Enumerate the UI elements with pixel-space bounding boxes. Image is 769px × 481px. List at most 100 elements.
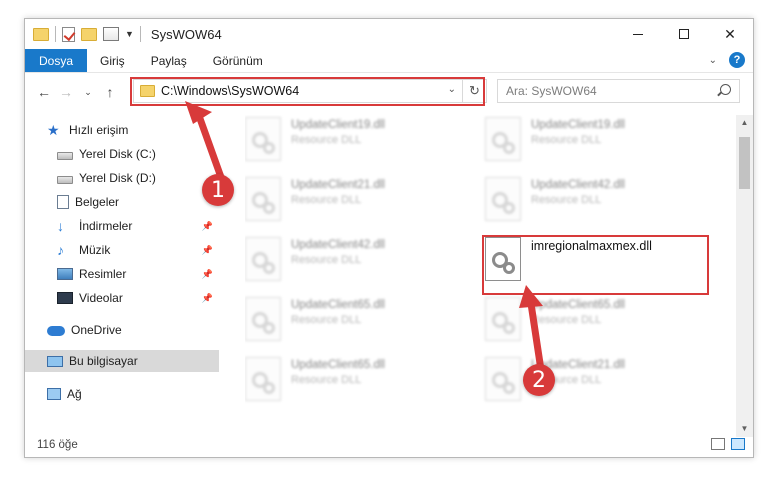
pictures-icon bbox=[57, 268, 73, 280]
documents-icon bbox=[57, 195, 69, 209]
sidebar-item-videos[interactable]: Videolar 📌 bbox=[25, 287, 219, 309]
pin-icon[interactable]: 📌 bbox=[202, 269, 213, 280]
dll-file-icon bbox=[485, 177, 521, 221]
file-tile[interactable]: UpdateClient42.dll Resource DLL bbox=[485, 177, 705, 227]
dll-file-icon bbox=[245, 297, 281, 341]
sidebar-item-local-disk-d[interactable]: Yerel Disk (D:) bbox=[25, 167, 219, 189]
file-type: Resource DLL bbox=[291, 134, 362, 146]
network-icon bbox=[47, 388, 61, 400]
window-controls: ✕ bbox=[615, 19, 753, 49]
search-placeholder[interactable]: Ara: SysWOW64 bbox=[506, 84, 597, 98]
file-type: Resource DLL bbox=[291, 254, 362, 266]
sidebar-item-documents[interactable]: Belgeler bbox=[25, 191, 219, 213]
drive-icon bbox=[57, 176, 73, 184]
expand-ribbon-chevron-icon[interactable]: ⌄ bbox=[709, 55, 717, 66]
file-tile[interactable]: UpdateClient21.dll Resource DLL bbox=[485, 357, 705, 407]
minimize-icon bbox=[633, 33, 643, 35]
customize-toolbar-caret-icon[interactable]: ▼ bbox=[125, 29, 134, 39]
file-tile[interactable]: UpdateClient19.dll Resource DLL bbox=[245, 117, 465, 167]
address-dropdown-chevron-icon[interactable]: ⌄ bbox=[448, 84, 456, 95]
tab-view[interactable]: Görünüm bbox=[200, 49, 276, 72]
file-name: UpdateClient19.dll bbox=[531, 119, 625, 131]
scroll-up-arrow-icon[interactable]: ▲ bbox=[736, 115, 753, 131]
file-tile[interactable]: UpdateClient65.dll Resource DLL bbox=[485, 297, 705, 347]
file-type: Resource DLL bbox=[291, 194, 362, 206]
dll-file-icon bbox=[485, 297, 521, 341]
file-type: Resource DLL bbox=[531, 134, 602, 146]
file-tile[interactable]: UpdateClient42.dll Resource DLL bbox=[245, 237, 465, 287]
sidebar-item-quick-access[interactable]: ★ Hızlı erişim bbox=[25, 119, 219, 141]
search-icon[interactable] bbox=[720, 84, 731, 95]
file-tile[interactable]: UpdateClient65.dll Resource DLL bbox=[245, 357, 465, 407]
search-box[interactable]: Ara: SysWOW64 bbox=[497, 79, 740, 103]
large-icons-view-icon[interactable] bbox=[731, 438, 745, 450]
file-name: UpdateClient65.dll bbox=[291, 299, 385, 311]
star-icon: ★ bbox=[47, 122, 60, 138]
file-name: UpdateClient19.dll bbox=[291, 119, 385, 131]
maximize-icon bbox=[679, 29, 689, 39]
file-tile-target[interactable]: imregionalmaxmex.dll bbox=[485, 237, 705, 287]
address-path[interactable]: C:\Windows\SysWOW64 bbox=[161, 84, 299, 98]
dll-file-icon bbox=[485, 117, 521, 161]
item-count: 116 öğe bbox=[37, 439, 78, 451]
ribbon-right-controls: ⌄ ? bbox=[709, 52, 745, 68]
help-icon[interactable]: ? bbox=[729, 52, 745, 68]
sidebar-item-label: Müzik bbox=[79, 243, 111, 257]
address-bar[interactable]: C:\Windows\SysWOW64 ⌄ ↻ bbox=[133, 79, 487, 103]
file-name: UpdateClient42.dll bbox=[291, 239, 385, 251]
sidebar-item-downloads[interactable]: ↓ İndirmeler 📌 bbox=[25, 215, 219, 237]
forward-arrow-icon[interactable]: → bbox=[55, 84, 77, 100]
recent-locations-chevron-icon[interactable]: ⌄ bbox=[77, 87, 99, 98]
sidebar-item-network[interactable]: Ağ bbox=[25, 383, 219, 405]
file-tile[interactable]: UpdateClient21.dll Resource DLL bbox=[245, 177, 465, 227]
refresh-icon[interactable]: ↻ bbox=[462, 80, 486, 102]
file-name: imregionalmaxmex.dll bbox=[531, 239, 652, 253]
back-arrow-icon[interactable]: ← bbox=[33, 84, 55, 100]
dll-file-icon bbox=[245, 177, 281, 221]
tab-home[interactable]: Giriş bbox=[87, 49, 138, 72]
tab-share[interactable]: Paylaş bbox=[138, 49, 200, 72]
sidebar-item-onedrive[interactable]: OneDrive bbox=[25, 319, 219, 341]
file-name: UpdateClient65.dll bbox=[291, 359, 385, 371]
pin-icon[interactable]: 📌 bbox=[202, 221, 213, 232]
close-icon: ✕ bbox=[724, 25, 736, 42]
divider bbox=[139, 26, 141, 42]
file-explorer-window: ▼ SysWOW64 ✕ Dosya Giriş Paylaş Görünüm … bbox=[24, 18, 754, 458]
sidebar-item-pictures[interactable]: Resimler 📌 bbox=[25, 263, 219, 285]
details-view-icon[interactable] bbox=[711, 438, 725, 450]
step-1-badge: 1 bbox=[202, 174, 234, 206]
rename-icon[interactable] bbox=[103, 27, 119, 41]
properties-check-icon[interactable] bbox=[62, 26, 75, 42]
window-title: SysWOW64 bbox=[150, 26, 222, 42]
dll-file-icon bbox=[245, 357, 281, 401]
up-arrow-icon[interactable]: ↑ bbox=[99, 84, 121, 100]
sidebar-item-label: OneDrive bbox=[71, 323, 122, 337]
sidebar-item-label: Ağ bbox=[67, 387, 82, 401]
music-icon: ♪ bbox=[57, 242, 64, 258]
view-switcher bbox=[711, 438, 745, 450]
vertical-scrollbar[interactable]: ▲ ▼ bbox=[736, 115, 753, 437]
dll-file-icon bbox=[485, 237, 521, 281]
scrollbar-thumb[interactable] bbox=[739, 137, 750, 189]
close-button[interactable]: ✕ bbox=[707, 19, 753, 49]
tab-file[interactable]: Dosya bbox=[25, 49, 88, 72]
file-name: UpdateClient21.dll bbox=[291, 179, 385, 191]
sidebar-item-label: Resimler bbox=[79, 267, 127, 281]
file-type: Resource DLL bbox=[531, 194, 602, 206]
sidebar-item-music[interactable]: ♪ Müzik 📌 bbox=[25, 239, 219, 261]
file-tile[interactable]: UpdateClient65.dll Resource DLL bbox=[245, 297, 465, 347]
sidebar-item-label: Yerel Disk (D:) bbox=[79, 171, 156, 185]
pin-icon[interactable]: 📌 bbox=[202, 245, 213, 256]
sidebar-item-this-pc[interactable]: Bu bilgisayar bbox=[25, 350, 219, 372]
minimize-button[interactable] bbox=[615, 19, 661, 49]
dll-file-icon bbox=[245, 117, 281, 161]
sidebar-item-local-disk-c[interactable]: Yerel Disk (C:) bbox=[25, 143, 219, 165]
file-tile[interactable]: UpdateClient19.dll Resource DLL bbox=[485, 117, 705, 167]
folder-icon bbox=[33, 27, 49, 41]
file-type: Resource DLL bbox=[291, 374, 362, 386]
new-folder-icon[interactable] bbox=[81, 27, 97, 41]
pin-icon[interactable]: 📌 bbox=[202, 293, 213, 304]
maximize-button[interactable] bbox=[661, 19, 707, 49]
videos-icon bbox=[57, 292, 73, 304]
file-name: UpdateClient42.dll bbox=[531, 179, 625, 191]
